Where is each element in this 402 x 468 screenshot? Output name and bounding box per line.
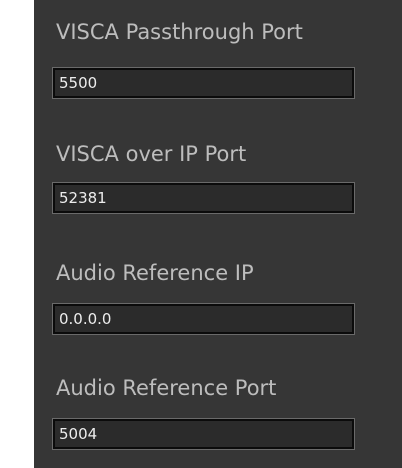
visca-passthrough-port-input[interactable]: [53, 68, 354, 98]
audio-reference-port-label: Audio Reference Port: [56, 376, 277, 400]
visca-over-ip-port-label: VISCA over IP Port: [56, 142, 247, 166]
audio-reference-ip-input[interactable]: [53, 304, 354, 334]
visca-passthrough-port-label: VISCA Passthrough Port: [56, 20, 303, 44]
settings-panel: VISCA Passthrough Port VISCA over IP Por…: [34, 0, 402, 468]
audio-reference-ip-label: Audio Reference IP: [56, 261, 254, 285]
audio-reference-port-input[interactable]: [53, 419, 354, 449]
visca-over-ip-port-input[interactable]: [53, 183, 354, 213]
